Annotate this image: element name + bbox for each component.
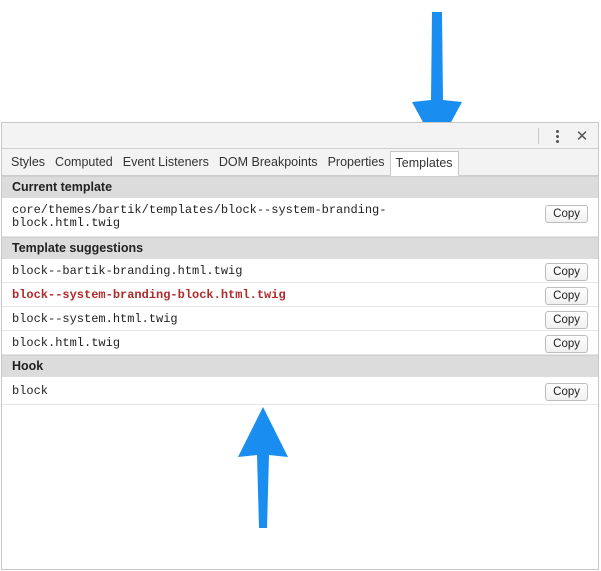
toolbar-separator — [538, 128, 539, 144]
tab-properties[interactable]: Properties — [323, 151, 390, 175]
suggestion-row: block--bartik-branding.html.twig Copy — [2, 259, 598, 283]
templates-content: Current template core/themes/bartik/temp… — [2, 176, 598, 405]
hook-value: block — [12, 384, 49, 398]
tab-templates[interactable]: Templates — [389, 151, 459, 176]
suggestion-name: block--bartik-branding.html.twig — [12, 264, 243, 278]
copy-suggestion-button[interactable]: Copy — [545, 287, 588, 305]
suggestion-row-active: block--system-branding-block.html.twig C… — [2, 283, 598, 307]
tab-event-listeners[interactable]: Event Listeners — [118, 151, 214, 175]
devtools-panel: ✕ Styles Computed Event Listeners DOM Br… — [1, 122, 599, 570]
copy-suggestion-button[interactable]: Copy — [545, 335, 588, 353]
section-header-current-template: Current template — [2, 176, 598, 198]
tab-bar: Styles Computed Event Listeners DOM Brea… — [2, 149, 598, 176]
tab-dom-breakpoints[interactable]: DOM Breakpoints — [214, 151, 323, 175]
suggestion-name-active: block--system-branding-block.html.twig — [12, 288, 286, 302]
suggestion-name: block--system.html.twig — [12, 312, 178, 326]
up-arrow-annotation — [238, 407, 288, 528]
section-header-template-suggestions: Template suggestions — [2, 237, 598, 259]
tab-styles[interactable]: Styles — [6, 151, 50, 175]
copy-hook-button[interactable]: Copy — [545, 383, 588, 401]
section-header-hook: Hook — [2, 355, 598, 377]
copy-suggestion-button[interactable]: Copy — [545, 263, 588, 281]
suggestion-row: block--system.html.twig Copy — [2, 307, 598, 331]
toolbar: ✕ — [2, 123, 598, 149]
tab-computed[interactable]: Computed — [50, 151, 118, 175]
current-template-path-line2: block.html.twig — [12, 216, 121, 230]
suggestion-name: block.html.twig — [12, 336, 121, 350]
copy-suggestion-button[interactable]: Copy — [545, 311, 588, 329]
more-vertical-icon[interactable] — [551, 127, 563, 145]
suggestion-row: block.html.twig Copy — [2, 331, 598, 355]
hook-row: block Copy — [2, 377, 598, 405]
copy-current-template-button[interactable]: Copy — [545, 205, 588, 223]
close-icon[interactable]: ✕ — [574, 127, 590, 145]
current-template-row: core/themes/bartik/templates/block--syst… — [2, 198, 598, 237]
